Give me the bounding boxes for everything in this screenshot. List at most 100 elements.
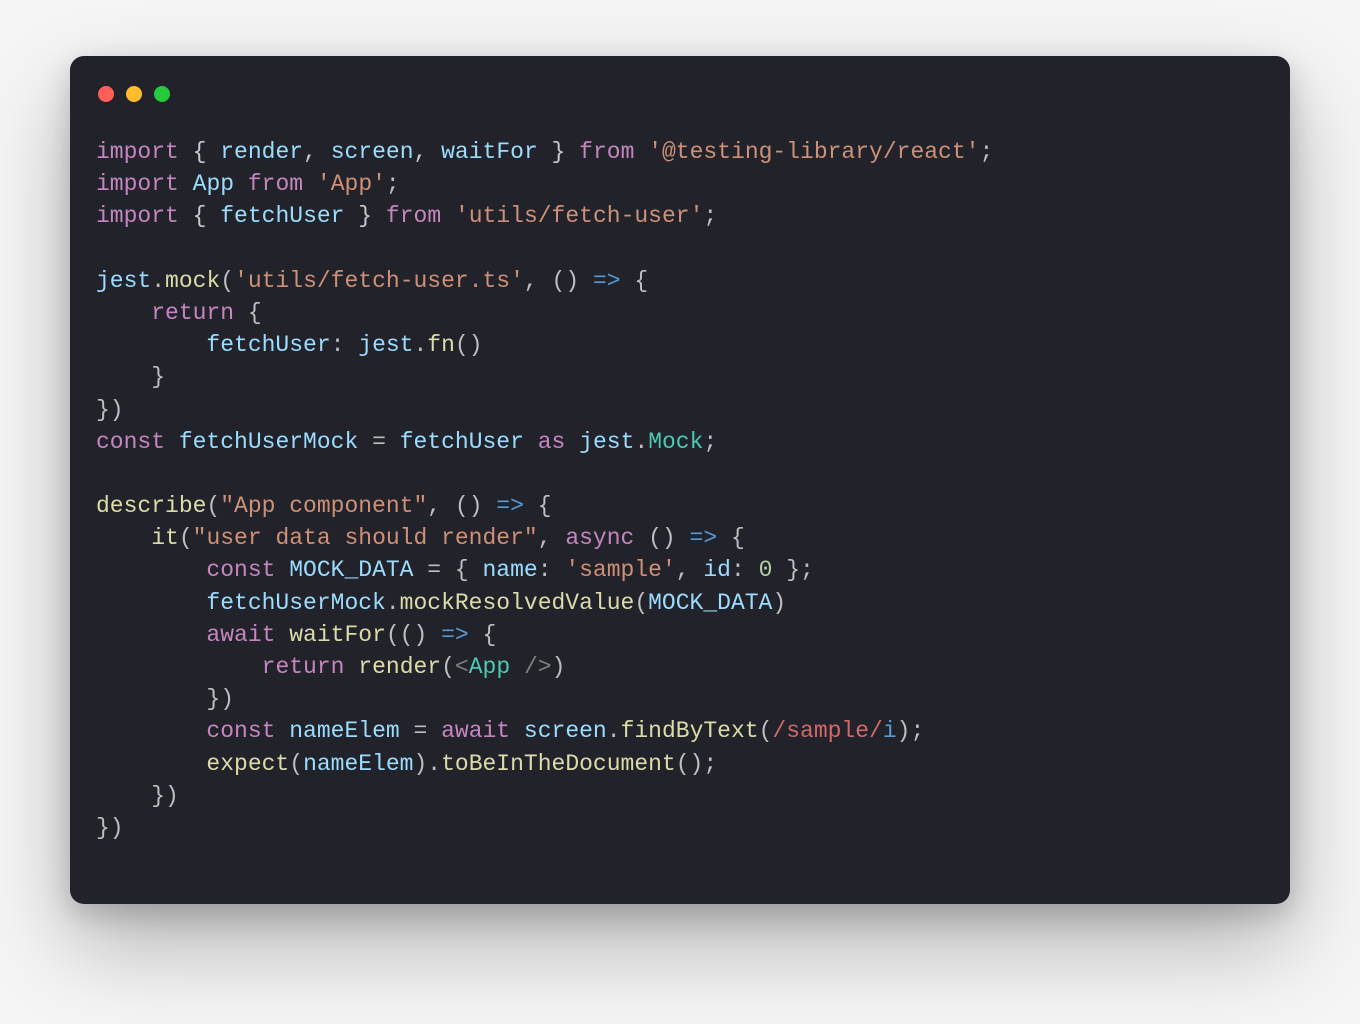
code-token: = {	[413, 557, 482, 583]
code-token	[565, 429, 579, 455]
code-token: {	[469, 622, 497, 648]
code-token	[165, 429, 179, 455]
code-token: =>	[496, 493, 524, 519]
code-token: {	[524, 493, 552, 519]
code-token: {	[621, 268, 649, 294]
code-token: waitFor	[441, 139, 538, 165]
code-token: fetchUser	[206, 332, 330, 358]
code-token: screen	[524, 718, 607, 744]
code-token: fetchUser	[400, 429, 524, 455]
code-token: (	[220, 268, 234, 294]
code-token: id	[703, 557, 731, 583]
code-token: mock	[165, 268, 220, 294]
code-token: }	[538, 139, 579, 165]
code-token: };	[772, 557, 813, 583]
code-token: MOCK_DATA	[648, 590, 772, 616]
code-token: const	[96, 429, 165, 455]
code-token: }	[96, 364, 165, 390]
code-token: =>	[690, 525, 718, 551]
code-token: import	[96, 171, 179, 197]
zoom-icon[interactable]	[154, 86, 170, 102]
code-token: })	[96, 815, 124, 841]
code-token: (	[759, 718, 773, 744]
code-token: (	[179, 525, 193, 551]
code-token: {	[179, 139, 220, 165]
code-token: ;	[703, 429, 717, 455]
code-token: App	[469, 654, 510, 680]
code-token	[96, 751, 206, 777]
code-token: MOCK_DATA	[289, 557, 413, 583]
code-token: ,	[538, 525, 566, 551]
code-token	[275, 557, 289, 583]
code-token	[441, 203, 455, 229]
code-token: .	[151, 268, 165, 294]
code-token: async	[565, 525, 634, 551]
code-token: nameElem	[289, 718, 399, 744]
page-stage: import { render, screen, waitFor } from …	[0, 0, 1360, 1024]
code-token: .	[386, 590, 400, 616]
code-token	[96, 332, 206, 358]
code-token	[96, 300, 151, 326]
code-token: Mock	[648, 429, 703, 455]
code-token: {	[234, 300, 262, 326]
code-token: );	[897, 718, 925, 744]
code-token: (	[289, 751, 303, 777]
code-token: jest	[358, 332, 413, 358]
code-content: import { render, screen, waitFor } from …	[96, 136, 1264, 844]
code-token: :	[538, 557, 566, 583]
code-token: App	[193, 171, 234, 197]
code-token	[96, 590, 206, 616]
code-token	[634, 139, 648, 165]
code-token: )	[772, 590, 786, 616]
code-token: import	[96, 203, 179, 229]
code-token	[96, 525, 151, 551]
code-token: :	[331, 332, 359, 358]
code-token: fetchUser	[220, 203, 344, 229]
code-token: ).	[413, 751, 441, 777]
code-token	[510, 654, 524, 680]
code-token: render	[358, 654, 441, 680]
code-token: .	[413, 332, 427, 358]
code-token: /sample/	[772, 718, 882, 744]
code-token: toBeInTheDocument	[441, 751, 676, 777]
code-token: ,	[303, 139, 331, 165]
code-token: ,	[414, 139, 442, 165]
code-token: (	[441, 654, 455, 680]
code-token	[344, 654, 358, 680]
code-token: <	[455, 654, 469, 680]
code-token	[275, 622, 289, 648]
code-token: findByText	[621, 718, 759, 744]
code-token	[96, 654, 262, 680]
code-token: fetchUserMock	[206, 590, 385, 616]
code-token: 0	[759, 557, 773, 583]
minimize-icon[interactable]	[126, 86, 142, 102]
code-token: {	[717, 525, 745, 551]
code-window: import { render, screen, waitFor } from …	[70, 56, 1290, 904]
code-token: import	[96, 139, 179, 165]
code-token: jest	[96, 268, 151, 294]
code-token	[96, 622, 206, 648]
code-token: ();	[676, 751, 717, 777]
code-token: from	[579, 139, 634, 165]
code-token	[303, 171, 317, 197]
code-token: ()	[455, 332, 483, 358]
code-token: const	[206, 718, 275, 744]
code-token: 'utils/fetch-user.ts'	[234, 268, 524, 294]
code-token: "App component"	[220, 493, 427, 519]
close-icon[interactable]	[98, 86, 114, 102]
code-token: await	[441, 718, 510, 744]
code-token: from	[248, 171, 303, 197]
code-token: expect	[206, 751, 289, 777]
code-token: ,	[676, 557, 704, 583]
code-token: =>	[593, 268, 621, 294]
code-token: ;	[703, 203, 717, 229]
code-token: })	[96, 397, 124, 423]
code-token: }	[344, 203, 385, 229]
code-token	[510, 718, 524, 744]
code-token: })	[96, 783, 179, 809]
code-token: describe	[96, 493, 206, 519]
code-token: i	[883, 718, 897, 744]
code-token: 'utils/fetch-user'	[455, 203, 703, 229]
code-token	[96, 557, 206, 583]
code-token: const	[206, 557, 275, 583]
